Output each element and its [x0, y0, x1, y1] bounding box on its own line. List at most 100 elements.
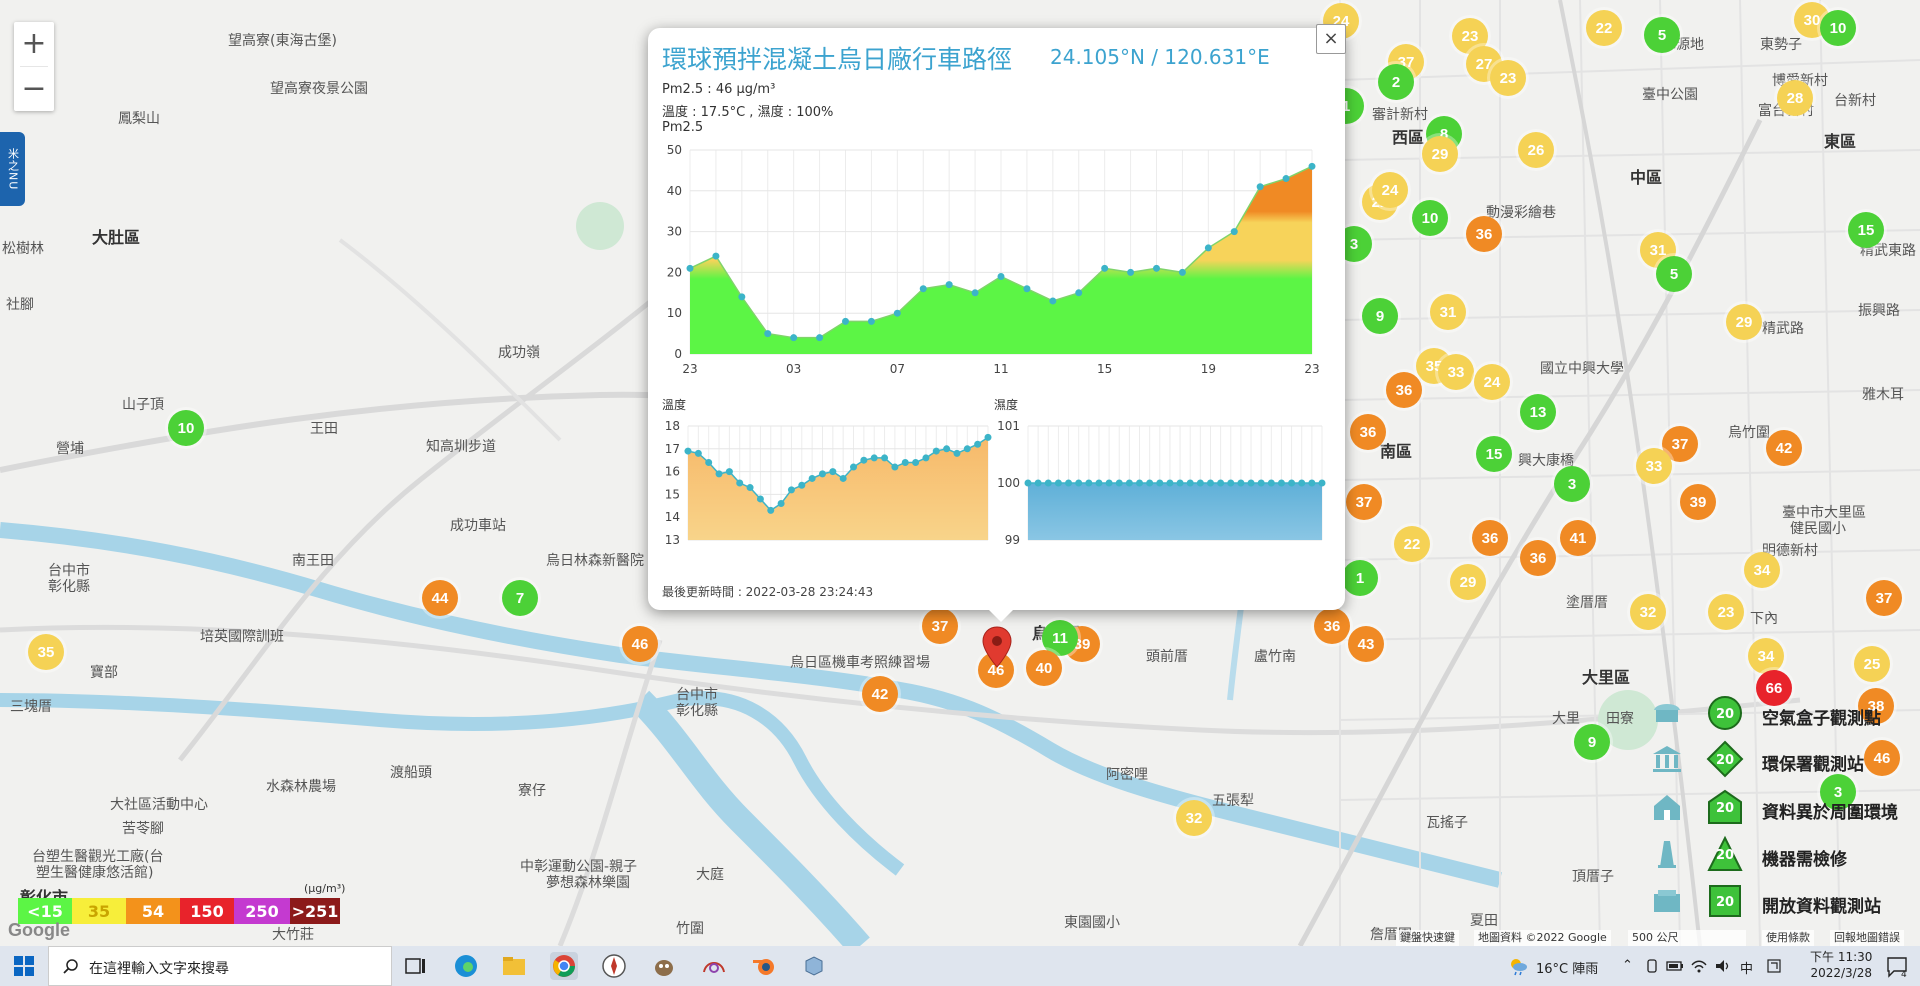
popup-close-button[interactable]: × [1316, 24, 1346, 54]
data-point[interactable] [912, 458, 920, 466]
data-point[interactable] [829, 468, 837, 476]
sensor-marker[interactable]: 32 [1176, 800, 1212, 836]
data-point[interactable] [686, 264, 694, 272]
sensor-marker[interactable]: 37 [1346, 484, 1382, 520]
data-point[interactable] [1049, 297, 1057, 305]
weather-text[interactable]: 16°C 陣雨 [1536, 958, 1598, 977]
notification-center-icon[interactable]: 4 [1886, 956, 1910, 978]
sensor-marker[interactable]: 34 [1744, 552, 1780, 588]
sensor-marker[interactable]: 9 [1574, 724, 1610, 760]
sensor-marker[interactable]: 43 [1348, 626, 1384, 662]
data-point[interactable] [1257, 479, 1265, 487]
data-point[interactable] [1166, 479, 1174, 487]
task-view-icon[interactable] [402, 952, 430, 980]
data-point[interactable] [1308, 162, 1316, 170]
sensor-marker[interactable]: 42 [1766, 430, 1802, 466]
edge-browser-icon[interactable] [452, 952, 480, 980]
blender-app-icon[interactable] [750, 952, 778, 980]
sensor-marker[interactable]: 7 [502, 580, 538, 616]
map[interactable]: 望高寮(東海古堡) 望高寮夜景公園 鳳梨山 大肚區 松樹林 社腳 成功嶺 山子頂 王田 營埔 知高圳… [0, 0, 1920, 946]
file-explorer-icon[interactable] [500, 952, 528, 980]
data-point[interactable] [943, 445, 951, 453]
data-point[interactable] [764, 330, 772, 338]
data-point[interactable] [1023, 285, 1031, 293]
data-point[interactable] [1044, 479, 1052, 487]
data-point[interactable] [1230, 228, 1238, 236]
sensor-marker[interactable]: 37 [922, 608, 958, 644]
sensor-marker[interactable]: 3 [1554, 466, 1590, 502]
location-pin-icon[interactable] [982, 626, 1012, 668]
data-point[interactable] [1178, 268, 1186, 276]
tray-chevron-up-icon[interactable]: ⌃ [1622, 958, 1633, 973]
data-point[interactable] [736, 479, 744, 487]
3d-viewer-icon[interactable] [800, 952, 828, 980]
data-point[interactable] [1115, 479, 1123, 487]
data-point[interactable] [715, 470, 723, 478]
sensor-marker[interactable]: 10 [1412, 200, 1448, 236]
data-point[interactable] [798, 481, 806, 489]
sensor-marker[interactable]: 32 [1630, 594, 1666, 630]
data-point[interactable] [790, 334, 798, 342]
data-point[interactable] [1282, 175, 1290, 183]
zoom-out-button[interactable]: − [14, 67, 54, 111]
sensor-marker[interactable]: 66 [1756, 670, 1792, 706]
sensor-marker[interactable]: 24 [1372, 172, 1408, 208]
battery-icon[interactable] [1666, 958, 1684, 974]
data-point[interactable] [850, 463, 858, 471]
data-point[interactable] [705, 458, 713, 466]
data-point[interactable] [945, 281, 953, 289]
sensor-marker[interactable]: 9 [1362, 298, 1398, 334]
data-point[interactable] [1204, 244, 1212, 252]
data-point[interactable] [891, 463, 899, 471]
sensor-marker[interactable]: 35 [28, 634, 64, 670]
ime-mode-icon[interactable] [1766, 958, 1782, 974]
data-point[interactable] [1156, 479, 1164, 487]
data-point[interactable] [1034, 479, 1042, 487]
sensor-marker[interactable]: 22 [1586, 10, 1622, 46]
sensor-marker[interactable]: 24 [1474, 364, 1510, 400]
data-point[interactable] [1075, 289, 1083, 297]
zoom-in-button[interactable]: + [14, 22, 54, 66]
data-point[interactable] [860, 456, 868, 464]
data-point[interactable] [1277, 479, 1285, 487]
data-point[interactable] [997, 272, 1005, 280]
data-point[interactable] [746, 484, 754, 492]
taskbar-clock[interactable]: 下午 11:30 2022/3/28 [1810, 949, 1872, 981]
data-point[interactable] [767, 506, 775, 514]
keyboard-shortcuts-link[interactable]: 鍵盤快速鍵 [1396, 930, 1459, 946]
sensor-marker[interactable]: 36 [1472, 520, 1508, 556]
data-point[interactable] [756, 495, 764, 503]
data-point[interactable] [953, 449, 961, 457]
volume-icon[interactable] [1714, 958, 1732, 974]
sensor-marker[interactable]: 46 [1864, 740, 1900, 776]
sensor-marker[interactable]: 36 [1350, 414, 1386, 450]
data-point[interactable] [1308, 479, 1316, 487]
data-point[interactable] [684, 447, 692, 455]
sensor-marker[interactable]: 37 [1866, 580, 1902, 616]
data-point[interactable] [870, 454, 878, 462]
data-point[interactable] [1227, 479, 1235, 487]
data-point[interactable] [1176, 479, 1184, 487]
sensor-marker[interactable]: 5 [1644, 17, 1680, 53]
data-point[interactable] [839, 474, 847, 482]
data-point[interactable] [1085, 479, 1093, 487]
data-point[interactable] [901, 458, 909, 466]
data-point[interactable] [818, 470, 826, 478]
data-point[interactable] [1247, 479, 1255, 487]
sensor-marker[interactable]: 36 [1314, 608, 1350, 644]
data-point[interactable] [725, 468, 733, 476]
scale-bar[interactable]: 500 公尺 [1628, 930, 1746, 946]
data-point[interactable] [777, 500, 785, 508]
data-point[interactable] [881, 454, 889, 462]
sensor-marker[interactable]: 1 [1342, 560, 1378, 596]
data-point[interactable] [842, 317, 849, 325]
wifi-icon[interactable] [1690, 958, 1708, 974]
data-point[interactable] [932, 447, 940, 455]
sensor-marker[interactable]: 25 [1854, 646, 1890, 682]
windows-start-icon[interactable] [14, 956, 34, 976]
data-point[interactable] [1267, 479, 1275, 487]
data-point[interactable] [1146, 479, 1154, 487]
data-point[interactable] [816, 334, 824, 342]
sensor-marker[interactable]: 42 [862, 676, 898, 712]
gimp-app-icon[interactable] [650, 952, 678, 980]
